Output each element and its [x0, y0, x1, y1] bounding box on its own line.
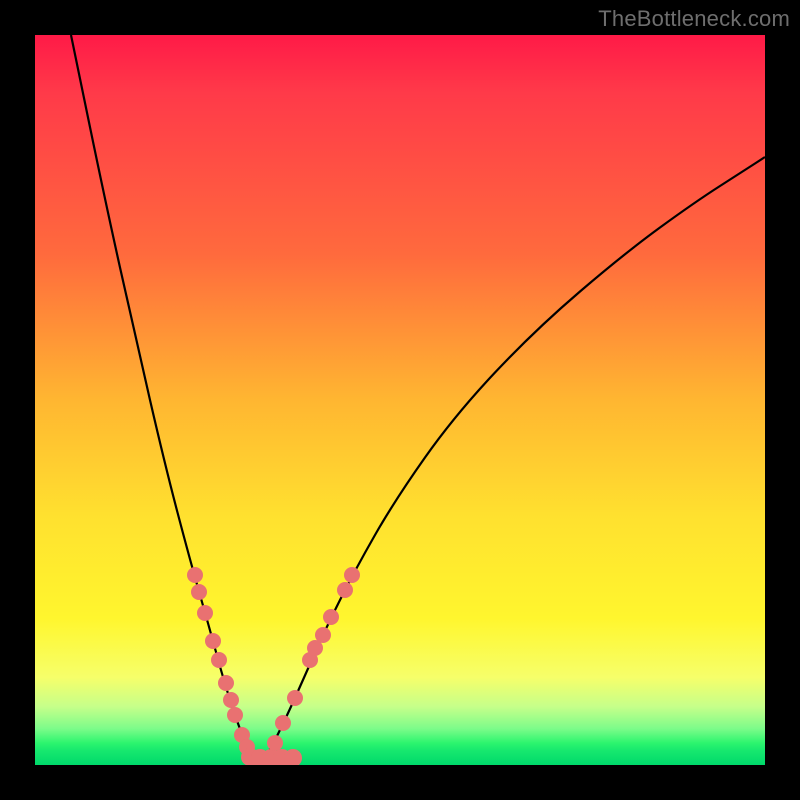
data-dot [302, 652, 318, 668]
data-dot [218, 675, 234, 691]
data-dot [262, 749, 280, 765]
data-dot [315, 627, 331, 643]
plot-area [35, 35, 765, 765]
data-dot [284, 749, 302, 765]
left-curve [71, 35, 261, 765]
data-dot [191, 584, 207, 600]
data-dot [241, 748, 259, 765]
data-dot [187, 567, 203, 583]
data-dot [223, 692, 239, 708]
data-dot [275, 715, 291, 731]
data-dot [251, 749, 269, 765]
data-dot [337, 582, 353, 598]
data-dot [307, 640, 323, 656]
data-dot [239, 739, 255, 755]
right-curve [261, 157, 765, 765]
data-dot [273, 749, 291, 765]
data-dot [211, 652, 227, 668]
data-dot [287, 690, 303, 706]
data-dots [187, 567, 360, 765]
outer-frame: TheBottleneck.com [0, 0, 800, 800]
data-dot [205, 633, 221, 649]
data-dot [323, 609, 339, 625]
data-dot [197, 605, 213, 621]
chart-svg [35, 35, 765, 765]
data-dot [267, 735, 283, 751]
watermark-text: TheBottleneck.com [598, 6, 790, 32]
data-dot [234, 727, 250, 743]
data-dot [344, 567, 360, 583]
data-dot [227, 707, 243, 723]
